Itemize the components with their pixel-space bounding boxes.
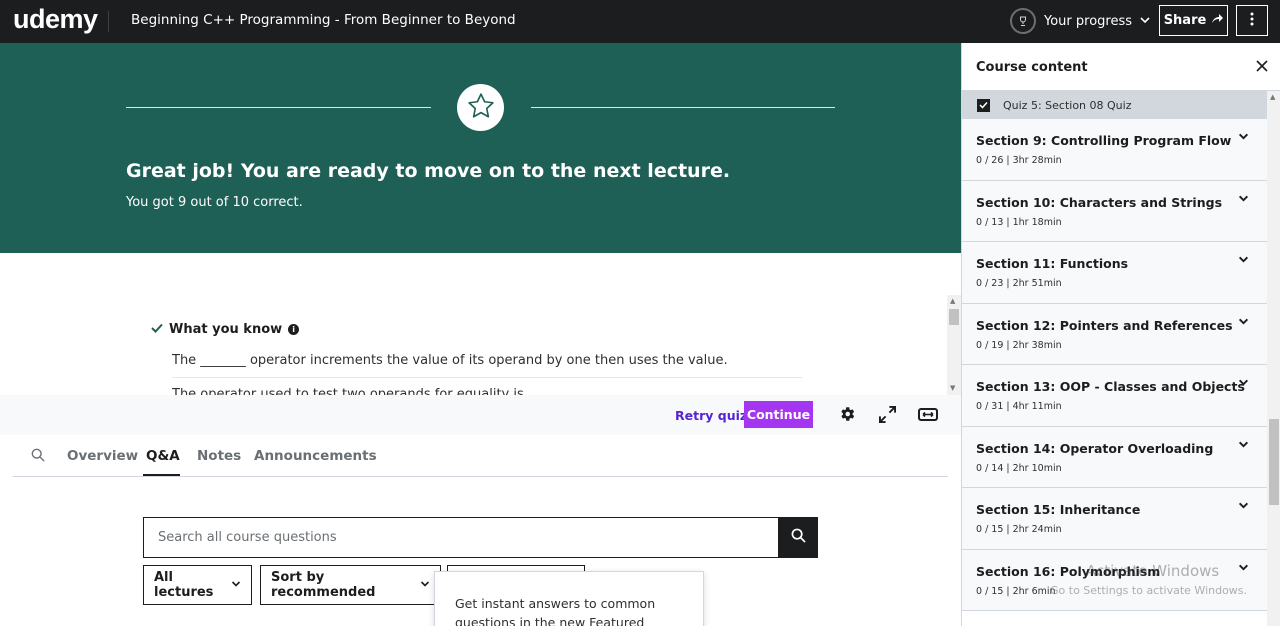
chevron-down-icon: [1238, 562, 1249, 576]
sidebar-section-15[interactable]: Section 15: Inheritance 0 / 15 | 2hr 24m…: [962, 488, 1267, 550]
quiz-item-label: Quiz 5: Section 08 Quiz: [1003, 98, 1132, 112]
fullscreen-icon[interactable]: [877, 404, 897, 424]
chevron-down-icon: [1238, 316, 1249, 330]
sidebar-section-13[interactable]: Section 13: OOP - Classes and Objects 0 …: [962, 365, 1267, 427]
section-title: Section 15: Inheritance: [976, 502, 1141, 517]
share-label: Share: [1163, 13, 1207, 28]
lectures-filter-label: All lectures: [154, 570, 214, 600]
section-title: Section 9: Controlling Program Flow: [976, 133, 1232, 148]
section-meta: 0 / 14 | 2hr 10min: [976, 462, 1062, 474]
tab-notes[interactable]: Notes: [197, 448, 241, 464]
windows-activation-hint: Go to Settings to activate Windows.: [1050, 584, 1248, 597]
chevron-down-icon: [1238, 439, 1249, 453]
star-badge: [457, 84, 504, 131]
expand-view-icon[interactable]: [917, 404, 939, 424]
banner-right-line: [531, 107, 835, 108]
question-item: The _______ operator increments the valu…: [172, 353, 728, 368]
section-title: Section 14: Operator Overloading: [976, 440, 1214, 456]
lectures-filter-dropdown[interactable]: All lectures: [143, 565, 252, 605]
course-content-sidebar: Course content Quiz 5: Section 08 Quiz S…: [961, 43, 1280, 626]
sort-label: Sort by recommended: [271, 570, 376, 600]
section-meta: 0 / 13 | 1hr 18min: [976, 216, 1062, 228]
quiz-control-bar: Retry quiz Continue: [0, 395, 961, 435]
sidebar-section-16[interactable]: Section 16: Polymorphism 0 / 15 | 2hr 6m…: [962, 549, 1267, 611]
checkmark-icon: [151, 322, 163, 337]
question-divider: [172, 377, 802, 378]
tab-overview[interactable]: Overview: [67, 448, 138, 464]
udemy-logo[interactable]: udemy: [13, 4, 98, 35]
quiz-results-panel: What you know i The _______ operator inc…: [0, 253, 961, 395]
close-icon: [1256, 57, 1268, 76]
scrollbar-thumb[interactable]: [1269, 419, 1279, 505]
trophy-icon: [1010, 8, 1036, 34]
progress-button[interactable]: Your progress: [1010, 6, 1150, 36]
scroll-up-arrow-icon[interactable]: ▲: [1270, 93, 1275, 101]
lecture-tabs: Overview Q&A Notes Announcements: [13, 435, 948, 477]
section-title: Section 11: Functions: [976, 256, 1129, 271]
windows-activation-watermark: Activate Windows: [1086, 562, 1220, 580]
share-arrow-icon: [1211, 13, 1224, 28]
scroll-up-arrow-icon[interactable]: ▲: [950, 297, 955, 305]
results-scrollbar[interactable]: ▲ ▼: [947, 295, 961, 395]
chevron-down-icon: [1238, 500, 1249, 514]
sort-dropdown[interactable]: Sort by recommended: [260, 565, 441, 605]
sidebar-section-10[interactable]: Section 10: Characters and Strings 0 / 1…: [962, 180, 1267, 242]
section-meta: 0 / 23 | 2hr 51min: [976, 278, 1062, 289]
more-options-button[interactable]: [1236, 5, 1268, 36]
progress-label: Your progress: [1044, 13, 1133, 29]
qa-search-button[interactable]: [778, 517, 818, 558]
chevron-down-icon: [420, 578, 430, 593]
close-sidebar-button[interactable]: [1252, 56, 1272, 76]
what-you-know-heading: What you know i: [151, 322, 300, 337]
banner-left-line: [126, 107, 431, 108]
featured-questions-popover: Get instant answers to common questions …: [434, 571, 704, 626]
chevron-down-icon: [231, 578, 241, 593]
sidebar-header: Course content: [962, 43, 1280, 91]
chevron-down-icon: [1140, 15, 1150, 28]
chevron-down-icon: [1238, 131, 1249, 145]
scroll-down-arrow-icon[interactable]: ▼: [950, 384, 955, 392]
sidebar-section-9[interactable]: Section 9: Controlling Program Flow 0 / …: [962, 119, 1267, 181]
section-meta: 0 / 31 | 4hr 11min: [976, 401, 1062, 412]
chevron-down-icon: [1238, 193, 1249, 207]
section-meta: 0 / 26 | 3hr 28min: [976, 155, 1062, 166]
share-button[interactable]: Share: [1159, 5, 1228, 36]
tab-announcements[interactable]: Announcements: [254, 448, 377, 464]
sidebar-section-12[interactable]: Section 12: Pointers and References 0 / …: [962, 303, 1267, 365]
qa-search-input[interactable]: Search all course questions: [143, 517, 779, 558]
scrollbar-thumb[interactable]: [949, 309, 959, 325]
search-icon[interactable]: [31, 447, 45, 466]
section-title: Section 10: Characters and Strings: [976, 194, 1223, 210]
quiz-list-item[interactable]: Quiz 5: Section 08 Quiz: [962, 91, 1267, 119]
active-tab-indicator: [143, 474, 180, 476]
section-meta: 0 / 19 | 2hr 38min: [976, 339, 1062, 351]
what-you-know-label: What you know: [169, 322, 283, 337]
completed-checkbox[interactable]: [977, 98, 990, 112]
info-icon[interactable]: i: [288, 324, 300, 335]
course-title[interactable]: Beginning C++ Programming - From Beginne…: [131, 12, 516, 28]
continue-button[interactable]: Continue: [744, 401, 813, 428]
sidebar-scrollbar[interactable]: ▲: [1267, 91, 1280, 626]
top-bar: udemy Beginning C++ Programming - From B…: [0, 0, 1280, 43]
header-divider: [108, 11, 109, 32]
result-headline: Great job! You are ready to move on to t…: [126, 160, 731, 182]
chevron-down-icon: [1238, 377, 1249, 391]
sidebar-section-14[interactable]: Section 14: Operator Overloading 0 / 14 …: [962, 426, 1267, 488]
sidebar-title: Course content: [976, 60, 1088, 75]
tab-qa[interactable]: Q&A: [146, 448, 180, 464]
quiz-result-banner: Great job! You are ready to move on to t…: [0, 43, 961, 253]
section-title: Section 12: Pointers and References: [976, 317, 1233, 333]
retry-quiz-button[interactable]: Retry quiz: [675, 408, 747, 423]
result-score: You got 9 out of 10 correct.: [126, 195, 303, 210]
question-item: The operator used to test two operands f…: [172, 387, 524, 395]
chevron-down-icon: [1238, 254, 1249, 268]
settings-gear-icon[interactable]: [837, 404, 857, 424]
section-meta: 0 / 15 | 2hr 6min: [976, 585, 1056, 597]
search-icon: [791, 528, 806, 547]
star-icon: [466, 91, 496, 125]
section-title: Section 13: OOP - Classes and Objects: [976, 379, 1245, 394]
section-meta: 0 / 15 | 2hr 24min: [976, 524, 1062, 535]
vertical-dots-icon: [1250, 11, 1254, 30]
sidebar-section-11[interactable]: Section 11: Functions 0 / 23 | 2hr 51min: [962, 242, 1267, 304]
